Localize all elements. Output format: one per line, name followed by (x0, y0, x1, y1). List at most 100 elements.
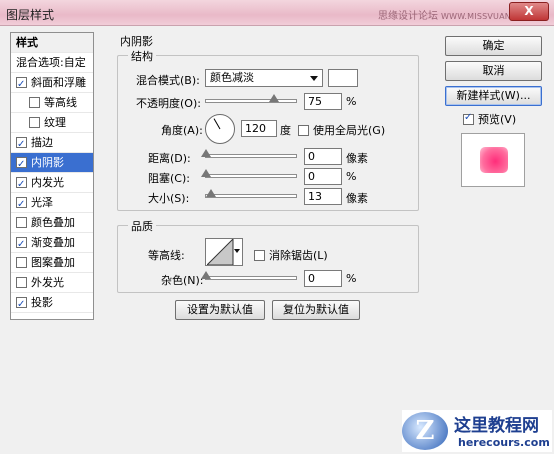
reset-default-button[interactable]: 复位为默认值 (272, 300, 360, 320)
anti-alias-label: 消除锯齿(L) (269, 249, 328, 262)
choke-unit: % (346, 170, 357, 183)
style-item[interactable]: 外发光 (11, 273, 93, 293)
angle-dial-needle (213, 118, 221, 130)
distance-slider-thumb[interactable] (201, 149, 211, 157)
style-item[interactable]: 等高线 (11, 93, 93, 113)
style-item[interactable]: 内发光 (11, 173, 93, 195)
site-logo: Z 这里教程网 herecours.com (402, 410, 552, 452)
style-item-label: 内发光 (31, 176, 64, 189)
style-item-checkbox[interactable] (16, 155, 27, 175)
blend-options-item[interactable]: 混合选项:自定 (11, 53, 93, 73)
quality-group-title: 品质 (128, 218, 156, 234)
global-light-checkbox[interactable]: 使用全局光(G) (298, 122, 385, 138)
cancel-button[interactable]: 取消 (445, 61, 542, 81)
contour-label: 等高线: (148, 249, 185, 262)
noise-unit: % (346, 272, 357, 285)
styles-list: 样式 混合选项:自定 斜面和浮雕等高线纹理描边内阴影内发光光泽颜色叠加渐变叠加图… (10, 32, 94, 320)
style-item[interactable]: 内阴影 (11, 153, 93, 175)
style-item-checkbox[interactable] (16, 75, 27, 95)
blend-color-swatch[interactable] (328, 69, 358, 87)
preview-checkbox[interactable]: 预览(V) (463, 111, 516, 127)
style-item-label: 颜色叠加 (31, 216, 75, 229)
blend-mode-label: 混合模式(B): (136, 74, 200, 87)
global-light-label: 使用全局光(G) (313, 124, 386, 137)
size-slider[interactable] (205, 189, 297, 198)
style-item-label: 纹理 (44, 116, 66, 129)
blend-mode-select[interactable]: 颜色减淡 (205, 69, 323, 87)
angle-input[interactable]: 120 (241, 120, 277, 137)
opacity-slider[interactable] (205, 94, 297, 103)
set-default-button[interactable]: 设置为默认值 (175, 300, 265, 320)
choke-slider-thumb[interactable] (201, 169, 211, 177)
style-item[interactable]: 图案叠加 (11, 253, 93, 273)
close-button[interactable]: X (509, 2, 549, 21)
watermark-site: 思缘设计论坛 (378, 11, 438, 22)
style-item-checkbox[interactable] (16, 175, 27, 195)
opacity-input[interactable]: 75 (304, 93, 342, 110)
style-item-checkbox[interactable] (16, 277, 27, 288)
noise-label: 杂色(N): (161, 274, 204, 287)
chevron-down-icon (234, 249, 240, 253)
style-item[interactable]: 纹理 (11, 113, 93, 133)
logo-url: herecours.com (458, 436, 550, 449)
noise-slider[interactable] (201, 271, 297, 280)
style-item-checkbox[interactable] (29, 97, 40, 108)
style-item[interactable]: 斜面和浮雕 (11, 73, 93, 95)
style-item[interactable]: 光泽 (11, 193, 93, 215)
anti-alias-checkbox[interactable]: 消除锯齿(L) (254, 247, 328, 263)
opacity-slider-thumb[interactable] (268, 94, 279, 102)
choke-label: 阻塞(C): (148, 172, 190, 185)
choke-input[interactable]: 0 (304, 168, 342, 185)
preview-label: 预览(V) (478, 113, 517, 126)
style-item[interactable]: 渐变叠加 (11, 233, 93, 255)
style-item-checkbox[interactable] (16, 295, 27, 315)
style-item-label: 渐变叠加 (31, 236, 75, 249)
angle-label: 角度(A): (161, 124, 203, 137)
style-item-checkbox[interactable] (16, 235, 27, 255)
contour-curve-icon (207, 239, 234, 265)
style-item[interactable]: 颜色叠加 (11, 213, 93, 233)
style-item[interactable]: 投影 (11, 293, 93, 315)
style-item[interactable]: 描边 (11, 133, 93, 155)
style-item-checkbox[interactable] (16, 135, 27, 155)
styles-list-header[interactable]: 样式 (11, 33, 93, 53)
noise-slider-thumb[interactable] (201, 271, 211, 279)
size-slider-thumb[interactable] (205, 189, 216, 197)
size-input[interactable]: 13 (304, 188, 342, 205)
blend-mode-value: 颜色减淡 (210, 71, 254, 84)
distance-unit: 像素 (346, 152, 368, 165)
window-title: 图层样式 (6, 8, 55, 22)
angle-dial[interactable] (205, 114, 235, 144)
noise-input[interactable]: 0 (304, 270, 342, 287)
distance-slider[interactable] (201, 149, 297, 158)
preview-swatch (480, 147, 508, 173)
logo-title: 这里教程网 (454, 416, 539, 436)
style-preview (461, 133, 525, 187)
size-unit: 像素 (346, 192, 368, 205)
distance-input[interactable]: 0 (304, 148, 342, 165)
style-item-label: 图案叠加 (31, 256, 75, 269)
opacity-label: 不透明度(O): (136, 97, 201, 110)
preview-check[interactable] (463, 112, 474, 125)
logo-badge-icon: Z (402, 412, 448, 450)
style-item-checkbox[interactable] (16, 257, 27, 268)
angle-unit: 度 (280, 124, 291, 137)
ok-button[interactable]: 确定 (445, 36, 542, 56)
global-light-check[interactable] (298, 125, 309, 136)
choke-slider[interactable] (201, 169, 297, 178)
contour-picker[interactable] (205, 238, 243, 266)
style-item-checkbox[interactable] (29, 117, 40, 128)
new-style-button[interactable]: 新建样式(W)... (445, 86, 542, 106)
structure-group-title: 结构 (128, 48, 156, 64)
style-item-checkbox[interactable] (16, 195, 27, 215)
style-item-label: 光泽 (31, 196, 53, 209)
style-item-checkbox[interactable] (16, 217, 27, 228)
section-title: 内阴影 (120, 35, 153, 48)
style-item-label: 内阴影 (31, 156, 64, 169)
anti-alias-check[interactable] (254, 250, 265, 261)
style-item-label: 外发光 (31, 276, 64, 289)
size-label: 大小(S): (148, 192, 190, 205)
distance-label: 距离(D): (148, 152, 191, 165)
style-item-label: 描边 (31, 136, 53, 149)
style-item-label: 投影 (31, 296, 53, 309)
